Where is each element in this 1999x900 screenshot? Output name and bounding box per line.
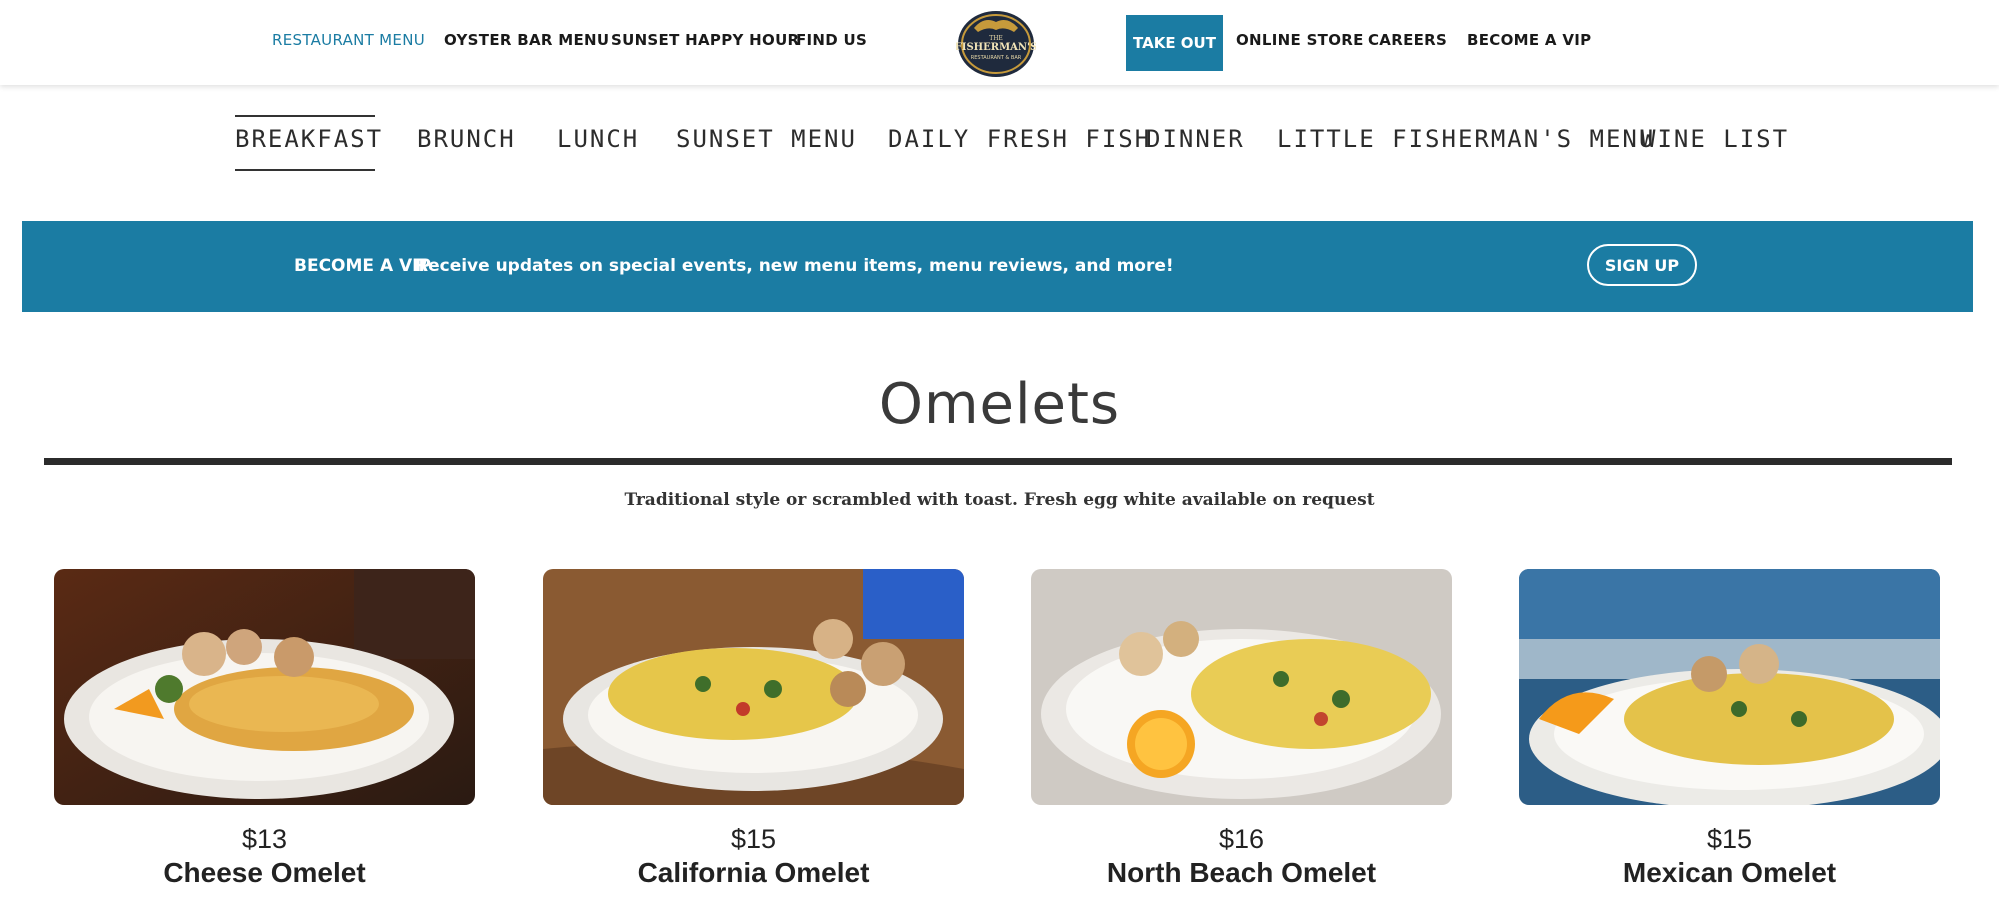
vip-banner-title: BECOME A VIP [294,256,431,276]
top-navigation-bar: RESTAURANT MENU OYSTER BAR MENU SUNSET H… [0,0,1999,85]
active-category-bottom-rule [235,169,375,171]
north-beach-omelet-photo-icon [1031,569,1452,805]
item-name[interactable]: California Omelet [543,857,964,889]
fishermans-logo[interactable]: THE FISHERMAN'S RESTAURANT & BAR [955,6,1037,78]
menu-item-card[interactable]: $13 Cheese Omelet [54,569,475,888]
take-out-button[interactable]: TAKE OUT [1126,15,1223,71]
svg-text:RESTAURANT & BAR: RESTAURANT & BAR [971,55,1022,61]
item-name[interactable]: Cheese Omelet [54,857,475,889]
nav-restaurant-menu[interactable]: RESTAURANT MENU [272,31,425,49]
nav-find-us[interactable]: FIND US [796,31,867,49]
dish-photo[interactable] [54,569,475,805]
vip-banner-text: Receive updates on special events, new m… [415,256,1174,276]
dish-photo[interactable] [1031,569,1452,805]
item-price: $15 [730,824,777,854]
california-omelet-photo-icon [543,569,964,805]
vip-signup-banner: BECOME A VIP Receive updates on special … [22,221,1973,312]
dish-photo[interactable] [1519,569,1940,805]
item-price: $16 [1218,824,1265,854]
category-brunch[interactable]: BRUNCH [417,125,516,153]
logo-badge-icon: THE FISHERMAN'S RESTAURANT & BAR [955,11,1037,77]
item-name[interactable]: Mexican Omelet [1519,857,1940,889]
category-sunset-menu[interactable]: SUNSET MENU [676,125,857,153]
nav-oyster-bar-menu[interactable]: OYSTER BAR MENU [444,31,609,49]
mexican-omelet-photo-icon [1519,569,1940,805]
menu-item-card[interactable]: $15 Mexican Omelet [1519,569,1940,888]
svg-text:THE: THE [989,35,1003,42]
nav-sunset-happy-hour[interactable]: SUNSET HAPPY HOUR [611,31,799,49]
svg-text:FISHERMAN'S: FISHERMAN'S [956,42,1036,53]
category-wine-list[interactable]: WINE LIST [1641,125,1789,153]
nav-online-store[interactable]: ONLINE STORE [1236,31,1364,49]
menu-item-card[interactable]: $15 California Omelet [543,569,964,888]
category-breakfast[interactable]: BREAKFAST [235,125,383,153]
nav-become-a-vip[interactable]: BECOME A VIP [1467,31,1591,49]
section-subtitle: Traditional style or scrambled with toas… [624,490,1375,510]
dish-photo[interactable] [543,569,964,805]
active-category-top-rule [235,115,375,117]
category-daily-fresh-fish[interactable]: DAILY FRESH FISH [888,125,1151,153]
nav-careers[interactable]: CAREERS [1368,31,1447,49]
sign-up-button[interactable]: SIGN UP [1587,244,1697,286]
category-little-fishermans-menu[interactable]: LITTLE FISHERMAN'S MENU [1277,125,1655,153]
item-name[interactable]: North Beach Omelet [1031,857,1452,889]
section-title: Omelets [878,372,1121,437]
item-price: $15 [1706,824,1753,854]
menu-item-card[interactable]: $16 North Beach Omelet [1031,569,1452,888]
section-divider [44,458,1952,465]
item-price: $13 [241,824,288,854]
cheese-omelet-photo-icon [54,569,475,805]
category-dinner[interactable]: DINNER [1146,125,1245,153]
category-lunch[interactable]: LUNCH [557,125,639,153]
